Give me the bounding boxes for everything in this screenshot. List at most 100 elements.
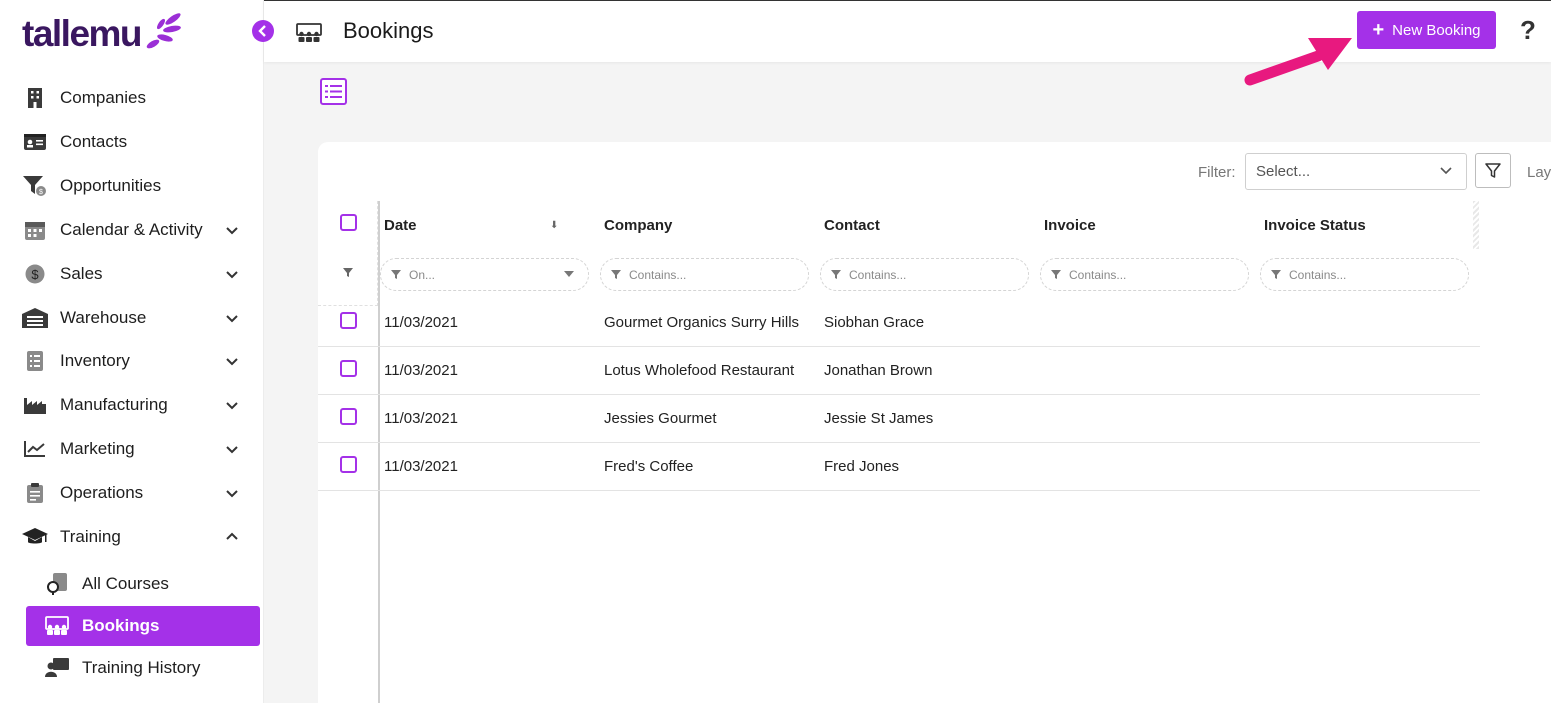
sidebar-item-sales[interactable]: $ Sales xyxy=(0,254,264,294)
funnel-icon xyxy=(611,270,621,279)
row-checkbox[interactable] xyxy=(340,360,357,377)
sidebar-item-label: Training History xyxy=(82,658,201,677)
inventory-list-icon xyxy=(22,349,48,373)
sidebar-item-calendar-activity[interactable]: Calendar & Activity xyxy=(0,210,264,250)
filter-placeholder: Contains... xyxy=(849,267,907,282)
help-icon[interactable]: ? xyxy=(1520,15,1536,46)
column-header-date[interactable]: Date xyxy=(384,217,417,234)
chevron-down-icon xyxy=(1440,167,1452,175)
sidebar-item-label: Sales xyxy=(60,264,103,283)
column-header-contact[interactable]: Contact xyxy=(824,217,880,234)
contact-filter-input[interactable]: Contains... xyxy=(820,258,1029,291)
chevron-down-icon xyxy=(226,402,238,410)
list-icon xyxy=(325,85,342,98)
sidebar-item-companies[interactable]: Companies xyxy=(0,78,264,118)
sidebar-item-label: Marketing xyxy=(60,439,135,458)
cell-contact: Fred Jones xyxy=(824,458,900,475)
sidebar-subitem-training-history[interactable]: Training History xyxy=(26,648,260,688)
cell-contact: Jessie St James xyxy=(824,410,934,427)
sidebar-item-warehouse[interactable]: Warehouse xyxy=(0,298,264,338)
sort-down-icon[interactable]: ⬇ xyxy=(550,220,558,231)
building-icon xyxy=(22,86,48,110)
invoice-filter-input[interactable]: Contains... xyxy=(1040,258,1249,291)
leaves-icon xyxy=(146,13,181,49)
chevron-down-icon xyxy=(226,446,238,454)
list-view-button[interactable] xyxy=(320,78,347,105)
chevron-up-icon xyxy=(226,532,238,540)
column-header-invoice[interactable]: Invoice xyxy=(1044,217,1096,234)
sidebar-item-label: Companies xyxy=(60,88,146,107)
table-row[interactable]: 11/03/2021 Gourmet Organics Surry Hills … xyxy=(318,299,1480,347)
clipboard-icon xyxy=(22,481,48,505)
courses-icon xyxy=(44,572,70,596)
svg-text:$: $ xyxy=(39,189,43,196)
funnel-icon xyxy=(831,270,841,279)
row-checkbox[interactable] xyxy=(340,456,357,473)
column-header-company[interactable]: Company xyxy=(604,217,672,234)
dollar-circle-icon: $ xyxy=(22,262,48,286)
sidebar-item-manufacturing[interactable]: Manufacturing xyxy=(0,385,264,425)
sidebar-item-training[interactable]: Training xyxy=(0,517,264,557)
select-all-checkbox[interactable] xyxy=(340,214,357,231)
chevron-down-icon xyxy=(226,315,238,323)
collapse-sidebar-button[interactable] xyxy=(252,20,274,42)
chevron-down-icon xyxy=(226,490,238,498)
funnel-dollar-icon: $ xyxy=(22,174,48,198)
company-filter-input[interactable]: Contains... xyxy=(600,258,809,291)
sidebar-item-contacts[interactable]: Contacts xyxy=(0,122,264,162)
filter-label: Filter: xyxy=(1198,164,1236,181)
sidebar-item-label: Calendar & Activity xyxy=(60,220,203,239)
chevron-down-icon xyxy=(226,227,238,235)
row-checkbox[interactable] xyxy=(340,408,357,425)
funnel-icon xyxy=(1051,270,1061,279)
funnel-icon xyxy=(1271,270,1281,279)
new-booking-button[interactable]: + New Booking xyxy=(1357,11,1496,49)
tallemu-logo[interactable]: tallemu xyxy=(22,12,183,54)
sidebar-item-operations[interactable]: Operations xyxy=(0,473,264,513)
warehouse-icon xyxy=(22,306,48,330)
sidebar-subitem-all-courses[interactable]: All Courses xyxy=(26,564,260,604)
column-header-invoice-status[interactable]: Invoice Status xyxy=(1264,217,1366,234)
filter-button[interactable] xyxy=(1475,153,1511,188)
funnel-icon xyxy=(391,270,401,279)
sidebar-item-label: Opportunities xyxy=(60,176,162,195)
cell-company: Lotus Wholefood Restaurant xyxy=(604,362,795,379)
filter-select-value: Select... xyxy=(1256,163,1311,180)
column-resize-handle[interactable] xyxy=(1473,201,1479,249)
table-row[interactable]: 11/03/2021 Lotus Wholefood Restaurant Jo… xyxy=(318,347,1480,395)
filter-placeholder: Contains... xyxy=(629,267,687,282)
factory-icon xyxy=(22,393,48,417)
annotation-arrow xyxy=(1244,38,1352,86)
sidebar-item-label: Bookings xyxy=(82,616,160,635)
sidebar-item-label: All Courses xyxy=(82,574,169,593)
sidebar-item-label: Training xyxy=(60,527,121,546)
cell-date: 11/03/2021 xyxy=(384,458,458,475)
chevron-down-icon xyxy=(226,358,238,366)
cell-company: Gourmet Organics Surry Hills xyxy=(604,314,800,331)
funnel-icon xyxy=(1485,162,1501,178)
filter-placeholder: On... xyxy=(409,267,436,282)
sidebar-item-label: Contacts xyxy=(60,132,128,151)
contact-card-icon xyxy=(22,130,48,154)
logo-text: tallemu xyxy=(22,13,143,54)
row-checkbox[interactable] xyxy=(340,312,357,329)
filter-select[interactable]: Select... xyxy=(1245,153,1467,190)
bookings-grid-panel: Filter: Select... Lay Date ⬇ Company Con… xyxy=(318,142,1551,703)
sidebar-item-label: Manufacturing xyxy=(60,395,168,414)
date-filter-input[interactable]: On... xyxy=(380,258,589,291)
sidebar-item-marketing[interactable]: Marketing xyxy=(0,429,264,469)
chevron-down-icon xyxy=(226,271,238,279)
sidebar-item-label: Operations xyxy=(60,483,144,502)
page-title: Bookings xyxy=(343,18,434,43)
sidebar: tallemu Companies Contacts $ Opportuniti… xyxy=(0,0,264,703)
invoice-status-filter-input[interactable]: Contains... xyxy=(1260,258,1469,291)
cell-date: 11/03/2021 xyxy=(384,314,458,331)
table-row[interactable]: 11/03/2021 Fred's Coffee Fred Jones xyxy=(318,443,1480,491)
sidebar-item-inventory[interactable]: Inventory xyxy=(0,341,264,381)
sidebar-item-opportunities[interactable]: $ Opportunities xyxy=(0,166,264,206)
table-row[interactable]: 11/03/2021 Jessies Gourmet Jessie St Jam… xyxy=(318,395,1480,443)
cell-company: Fred's Coffee xyxy=(604,458,694,475)
sidebar-subitem-bookings[interactable]: Bookings xyxy=(26,606,260,646)
cell-date: 11/03/2021 xyxy=(384,362,458,379)
bookings-icon xyxy=(296,23,322,48)
